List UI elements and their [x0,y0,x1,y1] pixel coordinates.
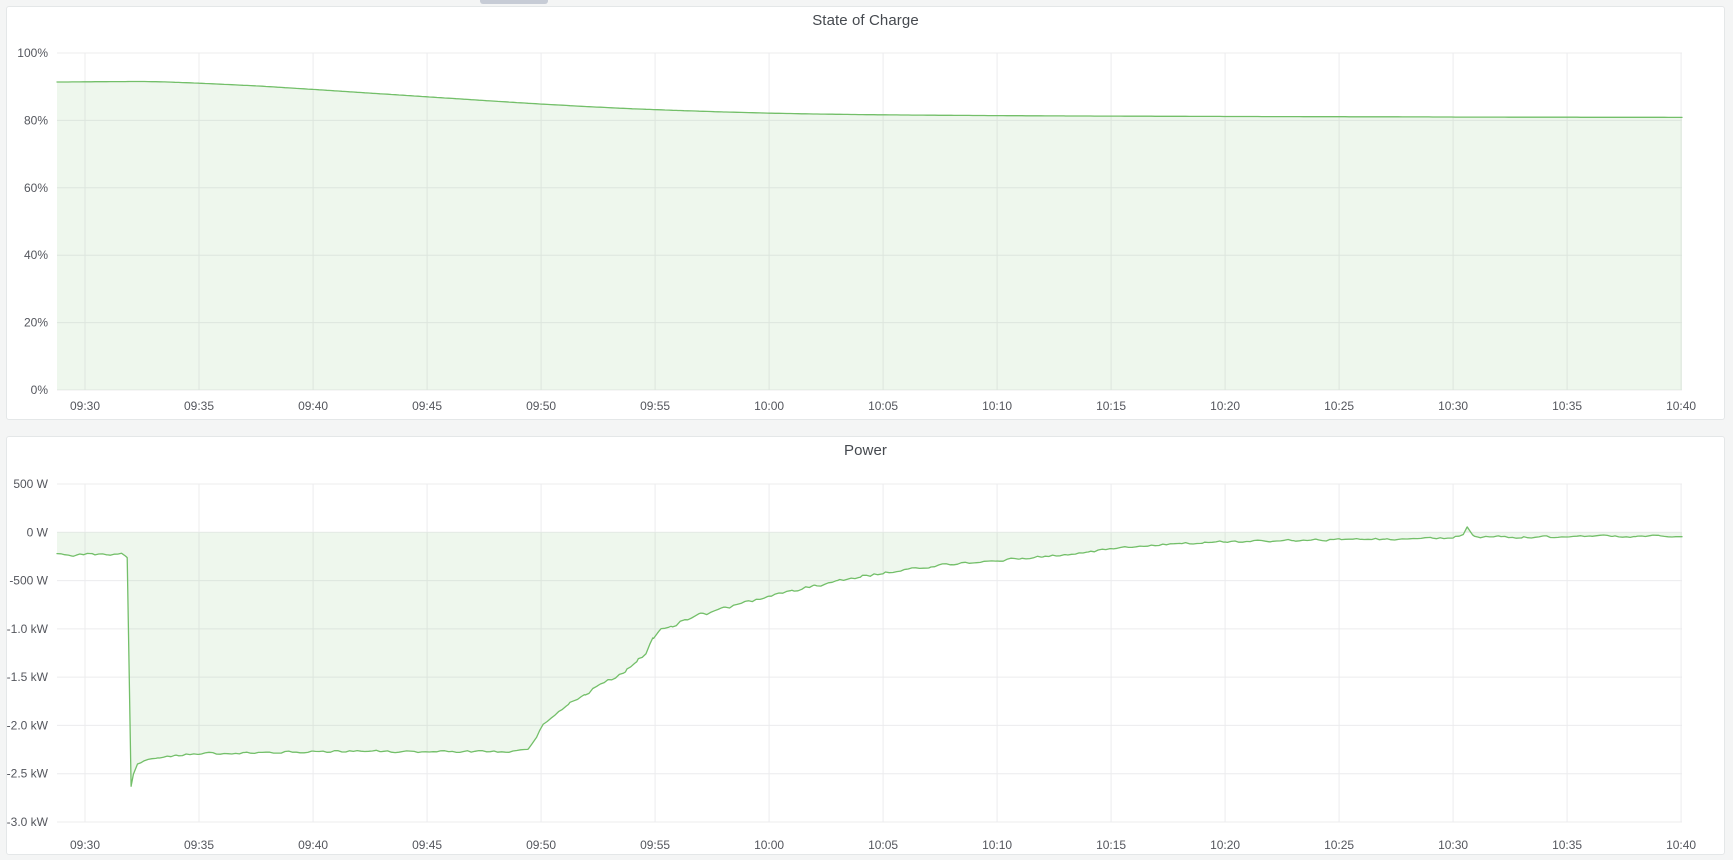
x-axis-tick-label: 10:15 [1096,399,1126,413]
y-axis-tick-label: 20% [24,316,48,330]
x-axis-tick-label: 10:10 [982,838,1012,852]
screen-edge-artifact [480,0,548,4]
x-axis-tick-label: 09:45 [412,399,442,413]
x-axis-tick-label: 10:25 [1324,399,1354,413]
y-axis-tick-label: 500 W [13,477,48,491]
x-axis-tick-label: 10:00 [754,399,784,413]
x-axis-tick-label: 10:10 [982,399,1012,413]
panel-title-power[interactable]: Power [7,442,1724,459]
x-axis-tick-label: 10:20 [1210,838,1240,852]
x-axis-tick-label: 10:35 [1552,399,1582,413]
y-axis-tick-label: -2.5 kW [7,767,49,781]
x-axis-tick-label: 10:05 [868,399,898,413]
x-axis-tick-label: 09:40 [298,399,328,413]
series-area [57,527,1682,786]
x-axis-tick-label: 10:15 [1096,838,1126,852]
x-axis-tick-label: 09:30 [70,838,100,852]
x-axis-tick-label: 10:25 [1324,838,1354,852]
x-axis-tick-label: 10:00 [754,838,784,852]
x-axis-tick-label: 09:35 [184,399,214,413]
x-axis-tick-label: 09:30 [70,399,100,413]
dashboard: { "theme": { "page_background": "#f4f5f5… [0,0,1733,860]
x-axis-tick-label: 09:50 [526,399,556,413]
y-axis-tick-label: 40% [24,248,48,262]
x-axis-tick-label: 10:05 [868,838,898,852]
x-axis-tick-label: 09:50 [526,838,556,852]
panel-title-state-of-charge[interactable]: State of Charge [7,12,1724,29]
series-area [57,82,1682,391]
y-axis-tick-label: -1.5 kW [7,670,49,684]
y-axis-tick-label: -2.0 kW [7,718,49,732]
state-of-charge-panel: 100% 80% 60% 40% 20% 0% 09:30 09:35 09:40 09:45 09… [6,6,1725,420]
y-axis-tick-label: 60% [24,181,48,195]
x-axis-tick-label: 09:45 [412,838,442,852]
x-axis-tick-label: 10:30 [1438,399,1468,413]
x-axis-tick-label: 10:35 [1552,838,1582,852]
x-axis-tick-label: 10:40 [1666,838,1696,852]
y-axis-tick-label: 100% [17,46,48,60]
power-chart: 500 W 0 W -500 W -1.0 kW -1.5 kW -2.0 kW -2.5 … [7,437,1724,854]
y-axis-tick-label: -1.0 kW [7,622,49,636]
y-axis-tick-label: -500 W [9,574,48,588]
x-axis-tick-label: 09:40 [298,838,328,852]
x-axis-tick-label: 09:55 [640,838,670,852]
x-axis-tick-label: 10:20 [1210,399,1240,413]
x-axis-tick-label: 09:55 [640,399,670,413]
y-axis-tick-label: 80% [24,113,48,127]
power-panel: 500 W 0 W -500 W -1.0 kW -1.5 kW -2.0 kW -2.5 … [6,436,1725,855]
y-axis-tick-label: -3.0 kW [7,815,49,829]
y-axis-tick-label: 0 W [27,525,49,539]
state-of-charge-chart: 100% 80% 60% 40% 20% 0% 09:30 09:35 09:40 09:45 09… [7,7,1724,419]
y-axis-tick-label: 0% [31,383,49,397]
x-axis-tick-label: 10:30 [1438,838,1468,852]
x-axis-tick-label: 09:35 [184,838,214,852]
x-axis-tick-label: 10:40 [1666,399,1696,413]
